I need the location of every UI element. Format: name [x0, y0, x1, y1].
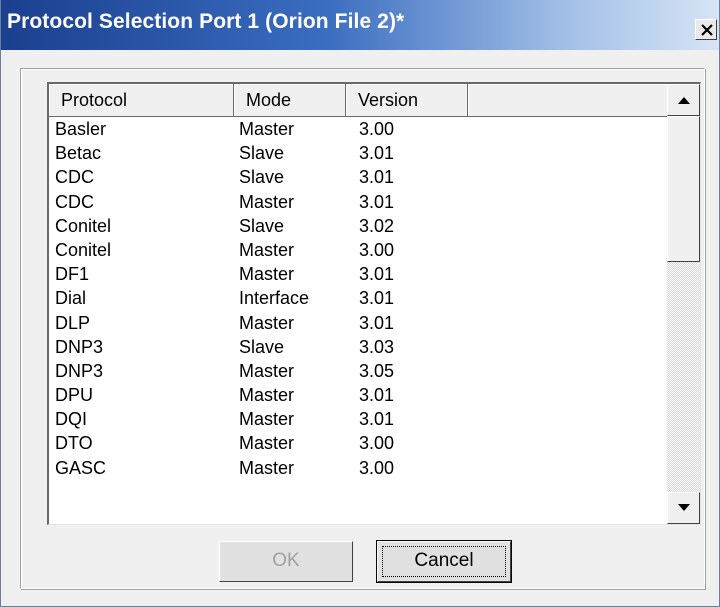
version-cell: 3.01 — [359, 143, 395, 164]
protocol-cell: DQI — [55, 409, 88, 430]
protocol-cell: DLP — [55, 312, 91, 333]
version-cell: 3.00 — [359, 433, 395, 454]
list-rows: Basler Master 3.00 Betac Slave 3.01 CDC Slave 3.… — [49, 117, 667, 524]
column-header-protocol[interactable]: Protocol — [49, 84, 234, 117]
mode-cell: Master — [239, 312, 295, 333]
mode-cell: Master — [239, 457, 295, 478]
protocol-cell: Conitel — [55, 239, 112, 260]
version-cell: 3.01 — [359, 385, 395, 406]
protocol-cell: Conitel — [55, 215, 112, 236]
mode-cell: Master — [239, 409, 295, 430]
arrow-up-icon — [678, 97, 690, 104]
column-header-mode[interactable]: Mode — [234, 84, 346, 117]
version-cell: 3.01 — [359, 264, 395, 285]
scroll-up-button[interactable] — [667, 84, 700, 116]
mode-cell: Master — [239, 433, 295, 454]
protocol-cell: Basler — [55, 119, 107, 139]
column-header-empty[interactable] — [468, 84, 667, 117]
protocol-list[interactable]: Protocol Mode Version Basler Master 3.00 Be… — [47, 82, 701, 525]
protocol-cell: CDC — [55, 191, 94, 212]
mode-cell: Master — [239, 119, 295, 139]
version-cell: 3.01 — [359, 409, 395, 430]
protocol-cell: CDC — [55, 167, 94, 188]
mode-cell: Slave — [239, 215, 285, 236]
protocol-cell: DTO — [55, 433, 93, 454]
protocol-cell: GASC — [55, 457, 107, 478]
version-cell: 3.02 — [359, 215, 395, 236]
mode-cell: Master — [239, 385, 295, 406]
list-item[interactable]: Dial Interface 3.01 — [49, 286, 667, 310]
version-cell: 3.05 — [359, 360, 395, 381]
scroll-thumb[interactable] — [667, 116, 700, 262]
version-cell: 3.00 — [359, 119, 395, 139]
column-header-version[interactable]: Version — [346, 84, 468, 117]
arrow-down-icon — [678, 504, 690, 511]
version-cell: 3.00 — [359, 239, 395, 260]
version-cell: 3.01 — [359, 167, 395, 188]
scroll-down-button[interactable] — [667, 492, 700, 524]
version-cell: 3.01 — [359, 288, 395, 309]
version-cell: 3.01 — [359, 191, 395, 212]
list-item[interactable]: GASC Master 3.00 — [49, 456, 667, 480]
close-button[interactable] — [695, 19, 717, 40]
list-item[interactable]: DNP3 Slave 3.03 — [49, 335, 667, 359]
version-cell: 3.01 — [359, 312, 395, 333]
list-item[interactable]: CDC Master 3.01 — [49, 190, 667, 214]
protocol-cell: DNP3 — [55, 336, 104, 357]
list-item[interactable]: Betac Slave 3.01 — [49, 141, 667, 165]
list-item[interactable]: DQI Master 3.01 — [49, 407, 667, 431]
window-title: Protocol Selection Port 1 (Orion File 2)… — [7, 10, 405, 33]
list-header: Protocol Mode Version — [49, 84, 667, 117]
title-bar[interactable]: Protocol Selection Port 1 (Orion File 2)… — [1, 0, 719, 50]
protocol-cell: DPU — [55, 385, 94, 406]
list-item[interactable]: DTO Master 3.00 — [49, 431, 667, 455]
protocol-cell: Betac — [55, 143, 102, 164]
mode-cell: Slave — [239, 167, 285, 188]
list-item[interactable]: DPU Master 3.01 — [49, 383, 667, 407]
protocol-selection-dialog: Protocol Selection Port 1 (Orion File 2)… — [0, 0, 720, 607]
close-icon — [701, 24, 713, 36]
mode-cell: Slave — [239, 143, 285, 164]
list-item[interactable]: DNP3 Master 3.05 — [49, 359, 667, 383]
version-cell: 3.00 — [359, 457, 395, 478]
cancel-button[interactable]: Cancel — [376, 540, 512, 583]
mode-cell: Slave — [239, 336, 285, 357]
list-item[interactable]: Conitel Master 3.00 — [49, 238, 667, 262]
mode-cell: Master — [239, 360, 295, 381]
ok-button[interactable]: OK — [219, 541, 353, 582]
protocol-cell: DF1 — [55, 264, 90, 285]
mode-cell: Master — [239, 239, 295, 260]
version-cell: 3.03 — [359, 336, 395, 357]
protocol-cell: Dial — [55, 288, 87, 309]
list-item[interactable]: Basler Master 3.00 — [49, 117, 667, 141]
list-item[interactable]: DLP Master 3.01 — [49, 311, 667, 335]
list-item[interactable]: DF1 Master 3.01 — [49, 262, 667, 286]
mode-cell: Interface — [239, 288, 310, 309]
list-item[interactable]: Conitel Slave 3.02 — [49, 214, 667, 238]
protocol-cell: DNP3 — [55, 360, 104, 381]
list-item[interactable]: CDC Slave 3.01 — [49, 165, 667, 189]
vertical-scrollbar[interactable] — [667, 84, 700, 524]
mode-cell: Master — [239, 191, 295, 212]
mode-cell: Master — [239, 264, 295, 285]
cancel-button-label: Cancel — [414, 550, 474, 571]
